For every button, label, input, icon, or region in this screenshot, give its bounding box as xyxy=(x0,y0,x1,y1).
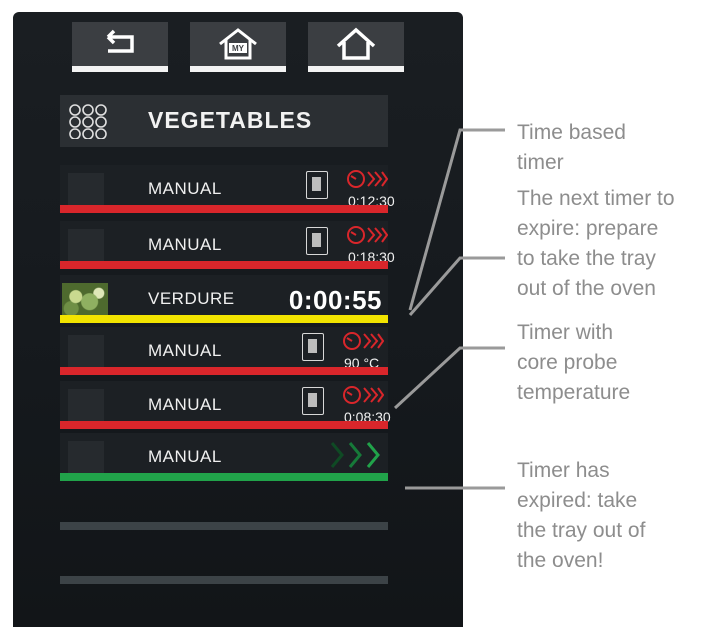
callout-next-timer: The next timer to expire: prepare to tak… xyxy=(517,187,675,300)
callout-expired: Timer has expired: take the tray out of … xyxy=(517,459,646,572)
callout-core-probe: Timer with core probe temperature xyxy=(517,321,631,404)
callout-time-based: Time based timer xyxy=(517,121,626,174)
